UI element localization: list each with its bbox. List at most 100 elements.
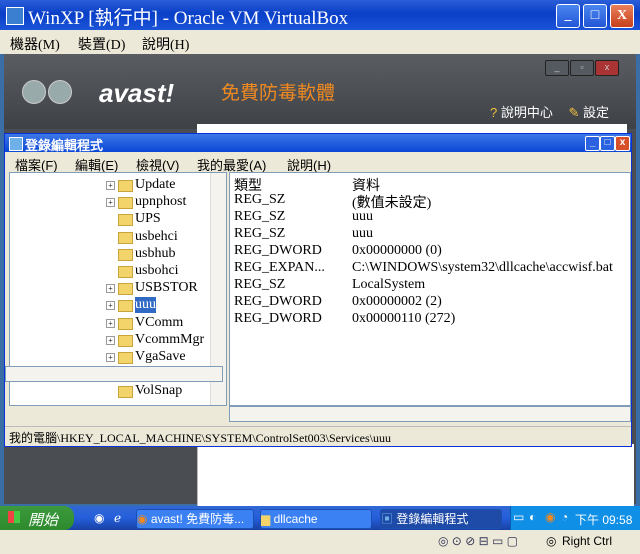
regedit-title-bar[interactable]: 登錄編輯程式 _ □ x bbox=[5, 134, 631, 153]
expand-icon[interactable]: + bbox=[106, 181, 115, 190]
value-data[interactable]: C:\WINDOWS\system32\dllcache\accwisf.bat bbox=[352, 260, 613, 276]
network-icon[interactable]: ▭ bbox=[513, 510, 524, 524]
vbox-menu-devices[interactable]: 裝置(D) bbox=[78, 34, 125, 54]
avast-header: avast! 免費防毒軟體 _ ▫ x ? 說明中心 ✎ 設定 bbox=[4, 54, 636, 129]
vbox-status-bar: ◎ ⊙ ⊘ ⊟ ▭ ▢ ◎ Right Ctrl bbox=[0, 530, 640, 554]
ie-icon[interactable]: ℯ bbox=[114, 511, 121, 525]
regedit-icon bbox=[9, 137, 23, 151]
folder-icon bbox=[118, 197, 133, 210]
value-data[interactable]: 0x00000110 (272) bbox=[352, 311, 455, 327]
volume-icon[interactable]: ◔ bbox=[561, 510, 568, 524]
value-data[interactable]: 0x00000002 (2) bbox=[352, 294, 442, 310]
folder-icon bbox=[118, 266, 133, 278]
column-type-header[interactable]: 類型 bbox=[234, 175, 262, 194]
avast-settings-link[interactable]: 設定 bbox=[583, 105, 609, 120]
tree-node-label: USBSTOR bbox=[135, 280, 198, 296]
avast-maximize-button[interactable]: ▫ bbox=[570, 60, 594, 76]
value-data[interactable]: uuu bbox=[352, 226, 373, 242]
folder-icon bbox=[118, 214, 133, 227]
avast-close-button[interactable]: x bbox=[595, 60, 619, 76]
folder-icon bbox=[118, 317, 133, 330]
regedit-status-bar: 我的電腦\HKEY_LOCAL_MACHINE\SYSTEM\ControlSe… bbox=[5, 426, 631, 445]
avast-top-menu: ? 說明中心 ✎ 設定 bbox=[490, 102, 609, 121]
expand-icon[interactable]: + bbox=[106, 318, 115, 328]
folder-icon bbox=[118, 386, 133, 399]
value-data[interactable]: 0x00000000 (0) bbox=[352, 243, 442, 259]
avast-slogan: 免費防毒軟體 bbox=[221, 83, 336, 104]
forward-icon[interactable] bbox=[48, 80, 72, 104]
value-type[interactable]: REG_DWORD bbox=[234, 243, 322, 259]
tree-node-label: UPS bbox=[135, 211, 161, 227]
folder-icon bbox=[118, 300, 133, 313]
expand-icon[interactable]: + bbox=[106, 301, 115, 311]
avast-minimize-button[interactable]: _ bbox=[545, 60, 569, 76]
value-type[interactable]: REG_SZ bbox=[234, 226, 285, 242]
taskbar-dllcache[interactable]: ▆ dllcache bbox=[260, 509, 372, 529]
value-type[interactable]: REG_DWORD bbox=[234, 311, 322, 327]
start-button[interactable]: 開始 bbox=[0, 506, 74, 530]
tree-node-label: upnphost bbox=[135, 194, 187, 210]
folder-icon bbox=[118, 180, 133, 192]
tree-horizontal-scrollbar[interactable] bbox=[5, 366, 223, 382]
avast-tray-icon[interactable]: ◉ bbox=[545, 510, 555, 524]
taskbar-regedit-label: 登錄編輯程式 bbox=[396, 512, 469, 526]
value-type[interactable]: REG_SZ bbox=[234, 192, 285, 208]
regedit-close-button[interactable]: x bbox=[615, 136, 630, 151]
value-type[interactable]: REG_DWORD bbox=[234, 294, 322, 310]
host-key-label: Right Ctrl bbox=[562, 534, 613, 548]
security-icon[interactable]: ◐ bbox=[529, 510, 536, 524]
regedit-maximize-button[interactable]: □ bbox=[600, 136, 615, 151]
expand-icon[interactable]: + bbox=[106, 198, 115, 208]
device-status-icons[interactable]: ◎ ⊙ ⊘ ⊟ ▭ ▢ bbox=[438, 534, 518, 548]
folder-icon bbox=[118, 248, 133, 261]
tree-node-label: usbehci bbox=[135, 228, 178, 244]
expand-icon[interactable]: + bbox=[106, 353, 115, 362]
vbox-menu-bar: 機器(M) 裝置(D) 說明(H) bbox=[0, 30, 640, 54]
vbox-close-button[interactable]: X bbox=[610, 4, 634, 28]
folder-icon bbox=[118, 283, 133, 296]
folder-icon bbox=[118, 334, 133, 347]
value-type[interactable]: REG_SZ bbox=[234, 209, 285, 225]
windows-logo-icon bbox=[8, 511, 20, 523]
taskbar-avast-label: avast! 免費防毒... bbox=[150, 512, 245, 526]
system-tray: ▭ ◐ ◉ ◔ 下午 09:58 bbox=[510, 506, 640, 530]
tree-node-label: VolSnap bbox=[135, 383, 183, 399]
tree-node-label: usbohci bbox=[135, 263, 179, 278]
vbox-menu-help[interactable]: 說明(H) bbox=[142, 34, 189, 54]
value-type[interactable]: REG_EXPAN... bbox=[234, 260, 325, 276]
vbox-menu-machine[interactable]: 機器(M) bbox=[10, 34, 60, 54]
registry-path: 我的電腦\HKEY_LOCAL_MACHINE\SYSTEM\ControlSe… bbox=[9, 431, 391, 445]
quicklaunch-icon[interactable]: ◉ bbox=[94, 511, 104, 525]
tree-node-label: Update bbox=[135, 177, 176, 192]
tree-node-label: VcommMgr bbox=[135, 331, 205, 347]
vbox-minimize-button[interactable]: _ bbox=[556, 4, 580, 28]
taskbar-regedit[interactable]: ▣ 登錄編輯程式 bbox=[380, 509, 502, 529]
vbox-title-bar[interactable]: WinXP [執行中] - Oracle VM VirtualBox _ □ X bbox=[0, 0, 640, 30]
folder-icon bbox=[118, 352, 133, 364]
column-data-header[interactable]: 資料 bbox=[352, 175, 380, 194]
taskbar: 開始 ◉ ℯ ◉ avast! 免費防毒... ▆ dllcache ▣ 登錄編… bbox=[0, 506, 640, 530]
value-data[interactable]: LocalSystem bbox=[352, 277, 425, 293]
avast-logo: avast! bbox=[99, 78, 175, 108]
regedit-task-icon: ▣ bbox=[381, 512, 394, 526]
taskbar-avast[interactable]: ◉ avast! 免費防毒... bbox=[136, 509, 254, 529]
value-type[interactable]: REG_SZ bbox=[234, 277, 285, 293]
expand-icon[interactable]: + bbox=[106, 284, 115, 294]
expand-icon[interactable]: + bbox=[106, 335, 115, 345]
vbox-window-title: WinXP [執行中] - Oracle VM VirtualBox bbox=[28, 8, 349, 29]
back-icon[interactable] bbox=[22, 80, 46, 104]
avast-help-link[interactable]: 說明中心 bbox=[501, 105, 553, 120]
host-key-icon: ◎ bbox=[546, 534, 557, 548]
tree-node-label: VComm bbox=[135, 314, 184, 330]
value-data[interactable]: uuu bbox=[352, 209, 373, 225]
taskbar-dllcache-label: dllcache bbox=[273, 512, 318, 526]
regedit-minimize-button[interactable]: _ bbox=[585, 136, 600, 151]
folder-icon: ▆ bbox=[261, 512, 271, 526]
vbox-maximize-button[interactable]: □ bbox=[583, 4, 607, 28]
registry-values-list[interactable]: 類型 資料 REG_SZ (數值未設定) REG_SZ uuu REG_SZ uuu REG… bbox=[229, 172, 631, 406]
list-horizontal-scrollbar[interactable] bbox=[229, 406, 631, 422]
clock: 下午 09:58 bbox=[575, 513, 633, 527]
folder-icon bbox=[118, 231, 133, 244]
wrench-icon: ✎ bbox=[568, 105, 580, 120]
regedit-menu-bar: 檔案(F) 編輯(E) 檢視(V) 我的最愛(A) 說明(H) bbox=[5, 152, 631, 173]
